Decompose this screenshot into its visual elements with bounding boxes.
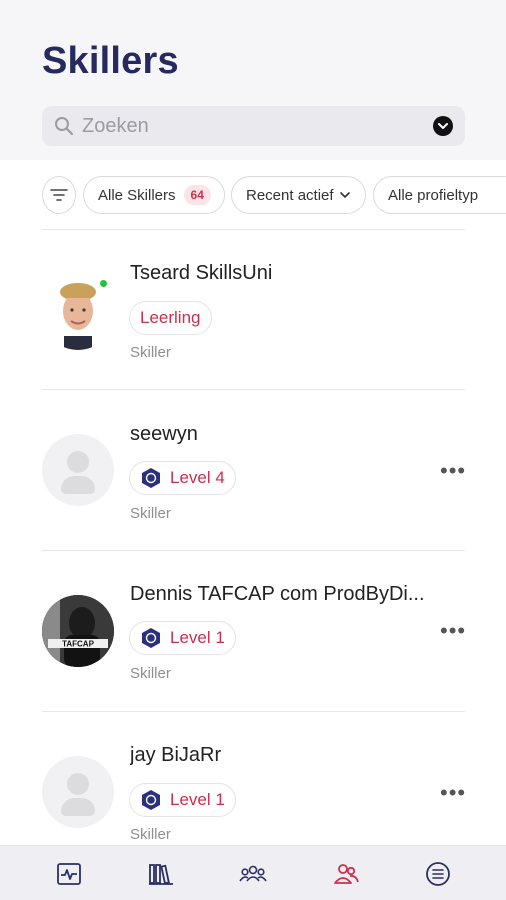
filter-chip-label: Alle profieltyp — [388, 186, 479, 204]
search-icon — [55, 117, 74, 136]
avatar-placeholder-icon — [67, 773, 89, 795]
filter-button[interactable] — [42, 176, 76, 214]
filter-chip-label: Recent actief — [246, 186, 334, 204]
skiller-type: Skiller — [130, 665, 171, 682]
search-dropdown-icon[interactable] — [433, 116, 453, 136]
avatar-placeholder-icon — [67, 451, 89, 473]
skiller-name[interactable]: jay BiJaRr — [130, 744, 221, 767]
skillers-icon — [334, 864, 359, 884]
avatar-placeholder-body — [61, 476, 95, 494]
activity-icon — [57, 863, 81, 885]
level-badge: Level 1 — [129, 783, 236, 817]
search-input[interactable] — [82, 106, 422, 146]
filter-icon — [50, 189, 68, 201]
skiller-name[interactable]: seewyn — [130, 423, 198, 446]
library-icon — [149, 864, 173, 885]
filter-chip-recent-active[interactable]: Recent actief — [231, 176, 366, 214]
avatar[interactable] — [42, 434, 114, 506]
list-item[interactable]: Tseard SkillsUni Leerling Skiller — [0, 230, 506, 390]
filter-chip-label: Alle Skillers — [98, 186, 176, 204]
level-icon — [142, 628, 160, 648]
list-item[interactable]: seewyn Level 4 Skiller ••• — [0, 390, 506, 550]
filter-bar: Alle Skillers 64 Recent actief Alle prof… — [42, 176, 506, 214]
badge-label: Level 4 — [170, 468, 225, 487]
avatar-placeholder-body — [61, 798, 95, 816]
count-badge: 64 — [183, 185, 211, 205]
page-title: Skillers — [42, 40, 179, 82]
avatar[interactable]: TAFCAP — [42, 595, 114, 667]
skiller-name[interactable]: Dennis TAFCAP com ProdByDi... — [130, 583, 425, 606]
skiller-type: Skiller — [130, 344, 171, 361]
level-icon — [142, 468, 160, 488]
level-icon — [142, 790, 160, 810]
badge-label: Level 1 — [170, 628, 225, 647]
more-options-icon[interactable]: ••• — [440, 620, 466, 642]
role-badge: Leerling — [129, 301, 212, 335]
skiller-type: Skiller — [130, 826, 171, 843]
skiller-type: Skiller — [130, 505, 171, 522]
chevron-down-icon — [339, 192, 350, 198]
more-options-icon[interactable]: ••• — [440, 782, 466, 804]
nav-skillers[interactable] — [332, 860, 360, 888]
groups-icon — [239, 865, 267, 882]
filter-chip-all-skillers[interactable]: Alle Skillers 64 — [83, 176, 225, 214]
badge-label: Level 1 — [170, 790, 225, 809]
filter-chip-profile-types[interactable]: Alle profieltyp — [373, 176, 506, 214]
nav-activity[interactable] — [55, 860, 83, 888]
nav-groups[interactable] — [239, 860, 267, 888]
skiller-name[interactable]: Tseard SkillsUni — [130, 262, 272, 285]
nav-library[interactable] — [147, 860, 175, 888]
level-badge: Level 4 — [129, 461, 236, 495]
avatar-photo-text: TAFCAP — [62, 640, 95, 649]
level-badge: Level 1 — [129, 621, 236, 655]
avatar[interactable] — [42, 756, 114, 828]
search-bar[interactable] — [42, 106, 465, 146]
bottom-navigation — [0, 845, 506, 900]
nav-menu[interactable] — [424, 860, 452, 888]
menu-list-icon — [426, 862, 450, 886]
online-indicator — [98, 278, 109, 289]
list-item[interactable]: TAFCAP Dennis TAFCAP com ProdByDi... Lev… — [0, 551, 506, 711]
profile-photo: TAFCAP — [42, 595, 114, 667]
more-options-icon[interactable]: ••• — [440, 460, 466, 482]
badge-label: Leerling — [140, 308, 201, 327]
